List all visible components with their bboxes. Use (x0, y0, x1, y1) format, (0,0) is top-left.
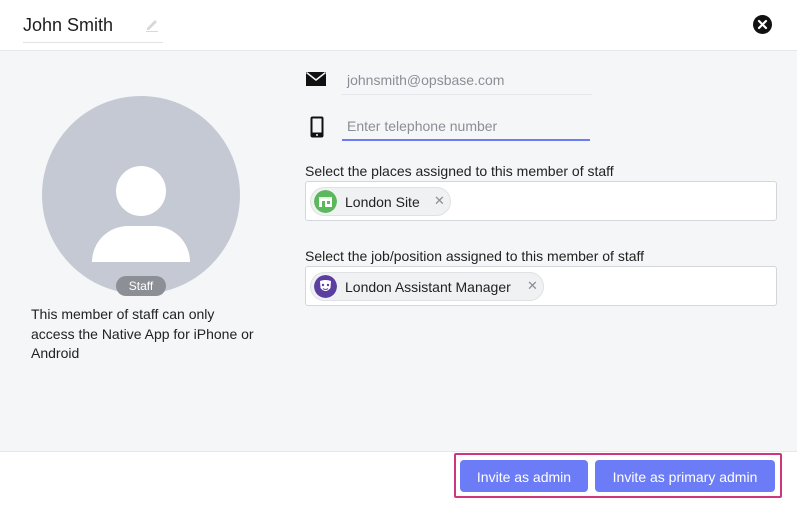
position-chip-label: London Assistant Manager (345, 279, 511, 295)
pencil-icon[interactable] (145, 16, 159, 32)
avatar-shoulders (92, 226, 190, 262)
places-select[interactable]: London Site ✕ (305, 181, 777, 221)
name-field[interactable]: John Smith (23, 10, 163, 43)
phone-input[interactable] (342, 113, 590, 141)
avatar[interactable] (42, 96, 240, 294)
modal-body: Staff This member of staff can only acce… (0, 51, 797, 451)
places-label: Select the places assigned to this membe… (305, 163, 614, 179)
mask-icon (314, 275, 337, 298)
shop-icon (314, 190, 337, 213)
invite-primary-admin-button[interactable]: Invite as primary admin (595, 460, 775, 492)
avatar-head (116, 166, 166, 216)
place-chip-label: London Site (345, 194, 420, 210)
positions-label: Select the job/position assigned to this… (305, 248, 645, 264)
email-value: johnsmith@opsbase.com (347, 72, 505, 88)
staff-name[interactable]: John Smith (23, 15, 113, 36)
remove-position-icon[interactable]: ✕ (527, 278, 538, 294)
position-chip: London Assistant Manager ✕ (310, 272, 544, 301)
email-underline (342, 94, 592, 95)
phone-icon (310, 116, 324, 138)
invite-admin-button[interactable]: Invite as admin (460, 460, 588, 492)
envelope-icon (306, 72, 326, 86)
role-badge: Staff (116, 276, 166, 296)
positions-select[interactable]: London Assistant Manager ✕ (305, 266, 777, 306)
close-icon (757, 19, 768, 30)
modal-header: John Smith (0, 0, 797, 51)
remove-place-icon[interactable]: ✕ (434, 193, 445, 209)
close-button[interactable] (753, 15, 772, 34)
access-note: This member of staff can only access the… (31, 306, 254, 361)
place-chip: London Site ✕ (310, 187, 451, 216)
